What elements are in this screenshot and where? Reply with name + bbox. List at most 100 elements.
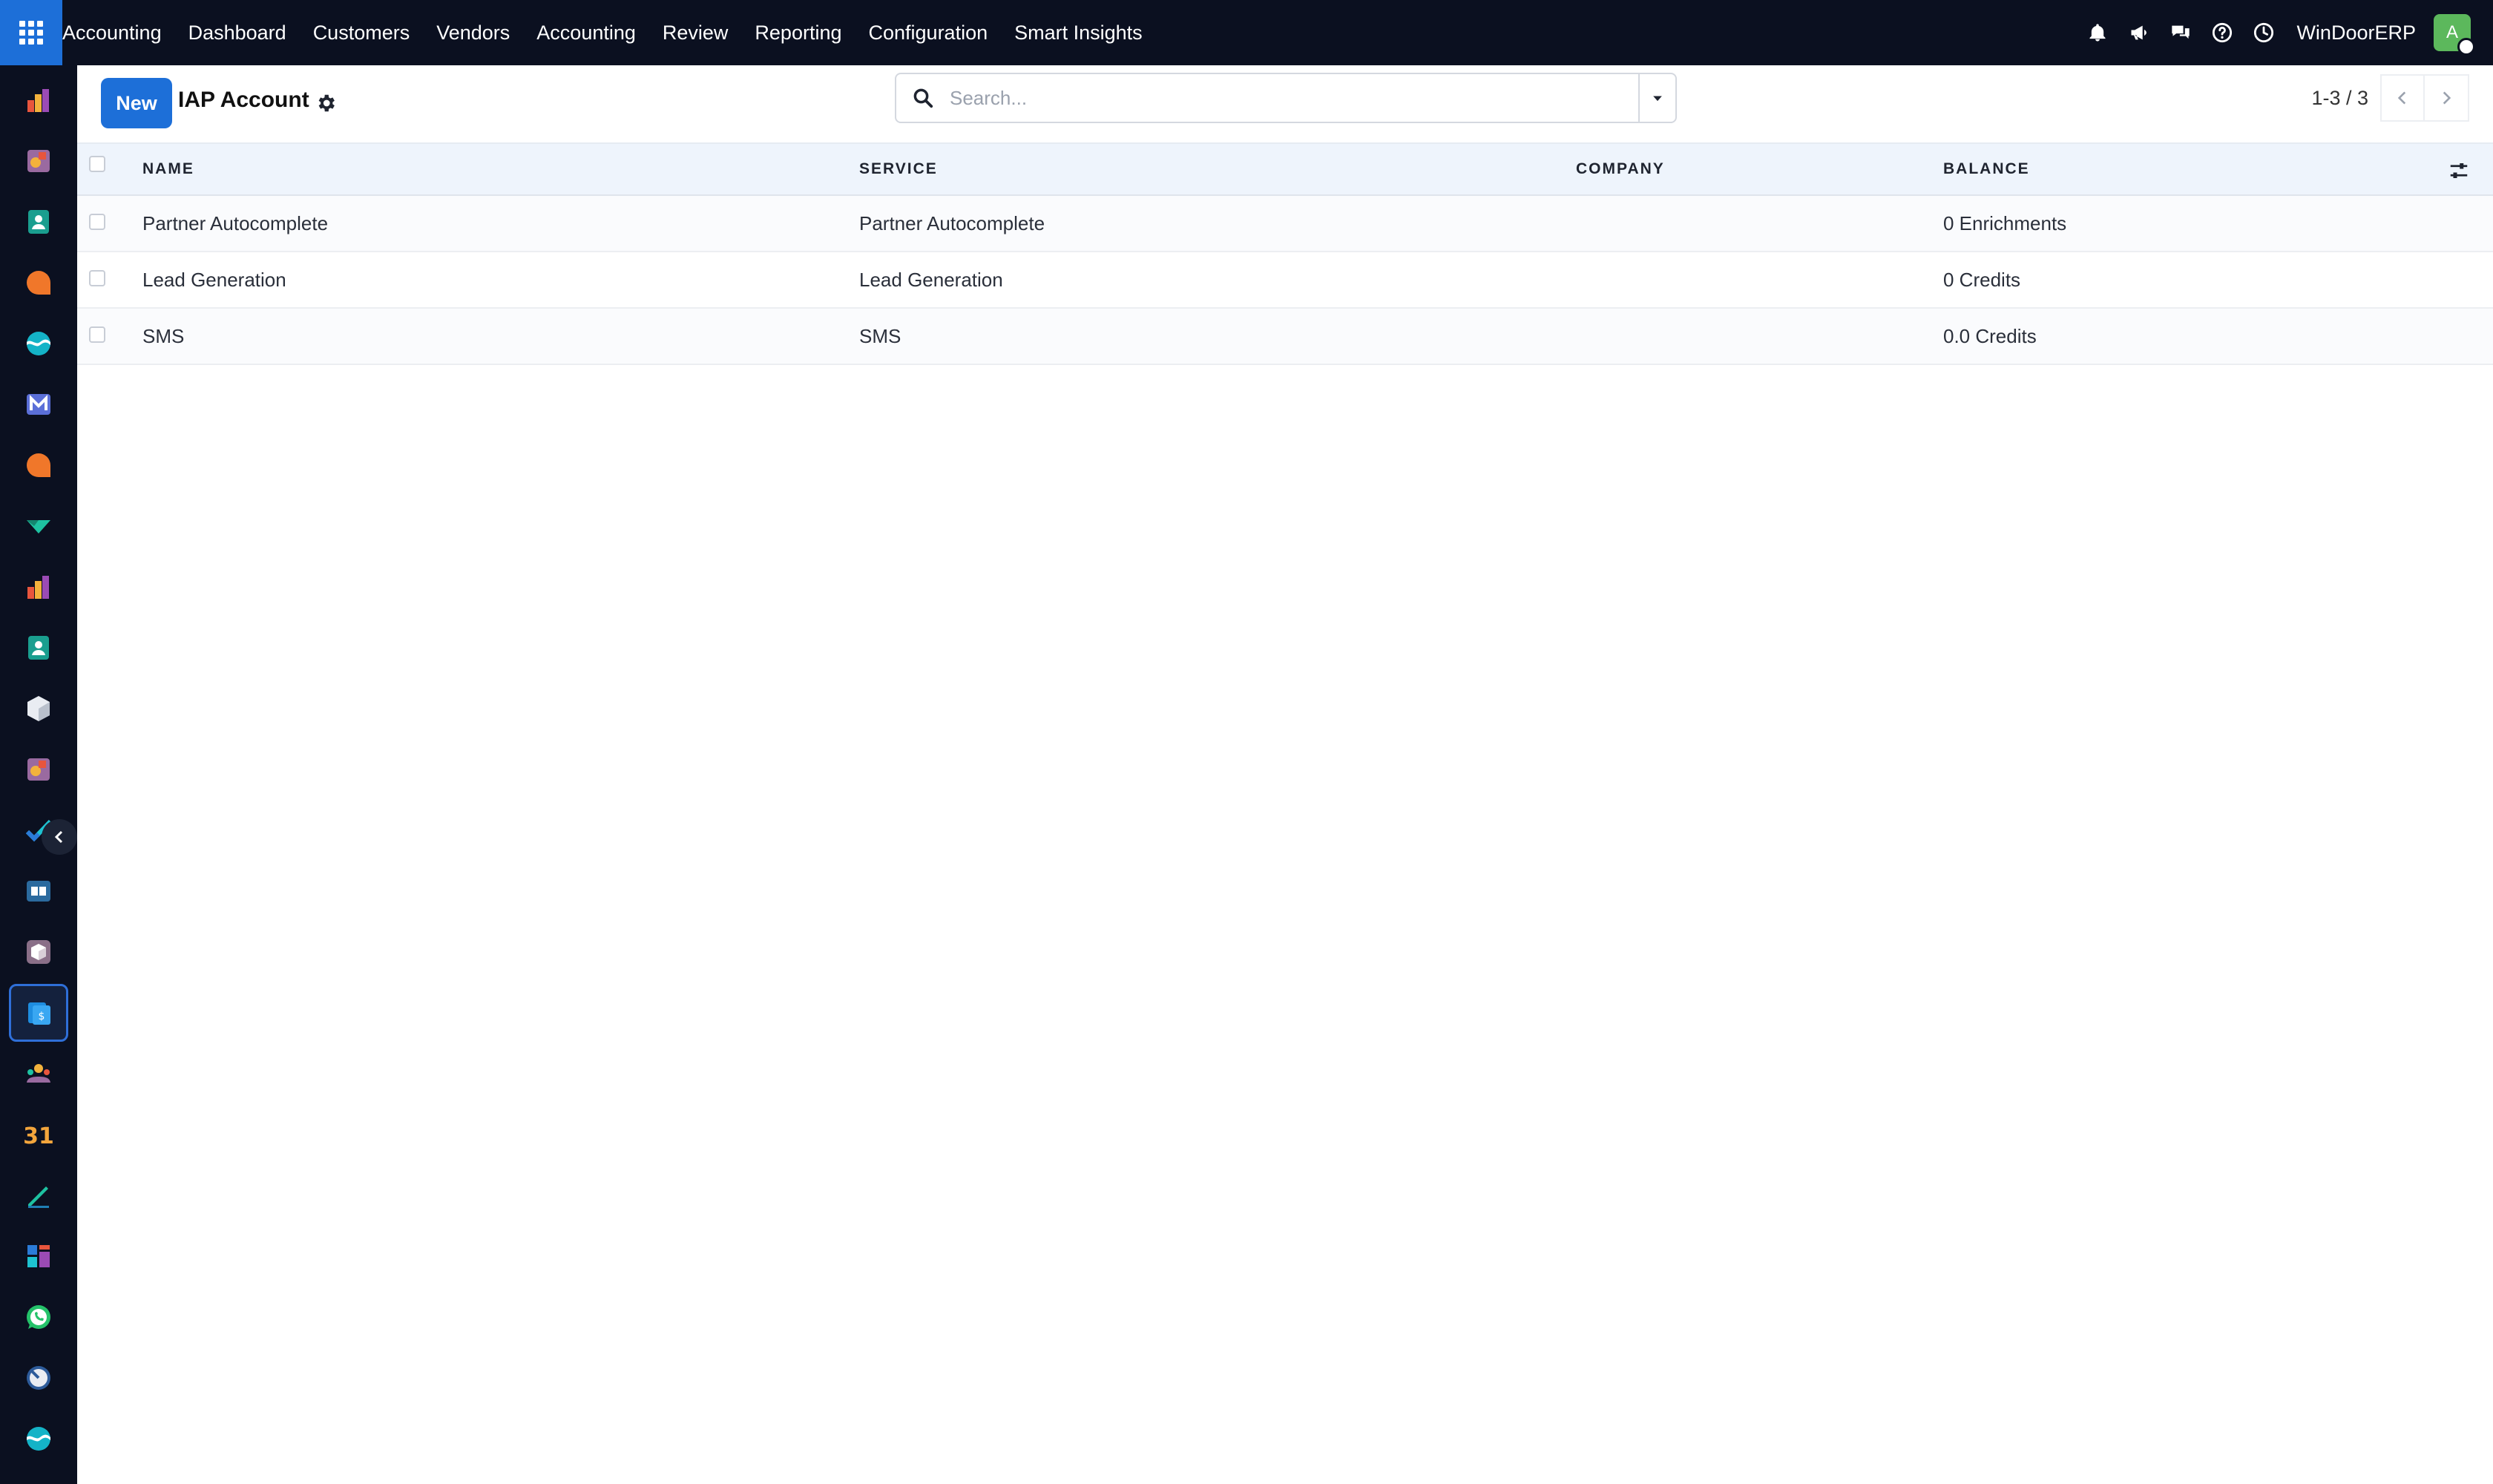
sidebar-app-4[interactable] [0,252,77,313]
company-switcher[interactable]: WinDoorERP [2285,22,2434,45]
table-row[interactable]: Partner Autocomplete Partner Autocomplet… [77,196,2493,252]
menu-vendors[interactable]: Vendors [423,0,523,65]
gauge-icon [27,1366,50,1390]
user-avatar[interactable]: A [2434,14,2475,56]
column-header-name[interactable]: NAME [142,160,194,178]
sidebar-app-9[interactable] [0,556,77,617]
sidebar-app-3[interactable] [0,191,77,252]
sidebar-app-14[interactable] [0,861,77,922]
clock-icon[interactable] [2243,0,2285,65]
cell-service: SMS [859,325,901,347]
sidebar-app-8[interactable] [0,496,77,556]
grid-icon [19,21,43,45]
pen-icon [28,1186,49,1208]
sidebar-app-6[interactable] [0,374,77,435]
contact-card-icon [28,210,49,234]
chat-icon[interactable] [2160,0,2201,65]
sidebar-app-2[interactable] [0,131,77,191]
chevron-left-icon [2397,91,2406,105]
sidebar-app-10[interactable] [0,617,77,678]
megaphone-icon[interactable] [2118,0,2160,65]
sidebar-app-7[interactable] [0,435,77,496]
control-panel: New IAP Account 1-3 / 3 [77,65,2493,142]
table-header-row: NAME SERVICE COMPANY BALANCE [77,142,2493,196]
menu-reporting[interactable]: Reporting [741,0,855,65]
search-input[interactable] [950,76,1638,120]
pager-next-button[interactable] [2425,74,2469,122]
people-icon [27,1064,50,1083]
menu-dashboard[interactable]: Dashboard [175,0,300,65]
search-options-toggle[interactable] [1638,74,1675,122]
menu-smart-insights[interactable]: Smart Insights [1001,0,1156,65]
sidebar-app-12[interactable] [0,739,77,800]
sidebar-app-11[interactable] [0,678,77,739]
row-checkbox[interactable] [89,270,105,286]
column-header-balance[interactable]: BALANCE [1943,160,2030,178]
cell-balance: 0.0 Credits [1943,325,2037,347]
chevron-left-icon [54,830,63,844]
palette-icon [27,150,50,172]
sidebar-app-15[interactable] [0,922,77,982]
sidebar-app-21[interactable] [0,1287,77,1347]
pager: 1-3 / 3 [2311,73,2469,123]
main-menu: Accounting Dashboard Customers Vendors A… [62,0,1156,65]
table-row[interactable]: Lead Generation Lead Generation 0 Credit… [77,252,2493,309]
systray: WinDoorERP A [2077,0,2493,65]
menu-customers[interactable]: Customers [300,0,424,65]
palette-icon [27,758,50,781]
column-header-company[interactable]: COMPANY [1576,160,1665,178]
sidebar-app-17[interactable] [0,1043,77,1104]
help-icon[interactable] [2201,0,2243,65]
search-bar [895,73,1677,123]
wave-icon [27,332,50,355]
chat-bubble-icon [27,453,50,477]
cell-balance: 0 Credits [1943,269,2021,291]
app-sidebar: $ 31 [0,65,77,1484]
row-checkbox[interactable] [89,214,105,230]
new-button[interactable]: New [101,78,172,128]
table-row[interactable]: SMS SMS 0.0 Credits [77,309,2493,365]
top-navbar: Accounting Dashboard Customers Vendors A… [0,0,2493,65]
table-body: Partner Autocomplete Partner Autocomplet… [77,196,2493,365]
caret-down-icon [1653,96,1662,102]
menu-configuration[interactable]: Configuration [855,0,1002,65]
sidebar-collapse-button[interactable] [42,819,77,855]
cell-service: Partner Autocomplete [859,212,1045,234]
chevron-right-icon [2443,91,2451,105]
sidebar-app-22[interactable] [0,1347,77,1408]
sidebar-app-5[interactable] [0,313,77,374]
cell-name: Partner Autocomplete [142,212,329,234]
list-table: NAME SERVICE COMPANY BALANCE Partner Aut… [77,142,2493,365]
menu-accounting[interactable]: Accounting [523,0,649,65]
svg-text:31: 31 [24,1123,53,1149]
sidebar-app-invoicing[interactable]: $ [0,982,77,1043]
app-menu-button[interactable] [0,0,62,65]
cube-icon [27,696,50,721]
book-icon [27,881,50,902]
select-all-checkbox[interactable] [89,156,105,172]
calendar-icon: 31 [24,1123,53,1149]
pager-previous-button[interactable] [2380,74,2425,122]
box-icon [27,940,50,964]
sliders-icon [2450,163,2468,178]
menu-review[interactable]: Review [649,0,742,65]
row-checkbox[interactable] [89,326,105,343]
mail-icon [27,394,50,415]
pager-value[interactable]: 1-3 / 3 [2311,87,2380,110]
sidebar-app-23[interactable] [0,1408,77,1469]
cell-balance: 0 Enrichments [1943,212,2067,234]
main-content: New IAP Account 1-3 / 3 NAME SERV [77,65,2493,1484]
search-icon [896,87,950,109]
column-header-service[interactable]: SERVICE [859,160,938,178]
bell-icon[interactable] [2077,0,2118,65]
optional-columns-toggle[interactable] [2444,156,2474,186]
avatar-letter: A [2446,22,2458,42]
sidebar-app-20[interactable] [0,1226,77,1287]
sidebar-app-1[interactable] [0,70,77,131]
sidebar-app-18[interactable]: 31 [0,1104,77,1165]
gear-icon[interactable] [315,92,337,114]
menu-brand-accounting[interactable]: Accounting [62,0,175,65]
status-dot [2457,38,2475,56]
sidebar-app-19[interactable] [0,1165,77,1226]
wave-icon [27,1427,50,1451]
